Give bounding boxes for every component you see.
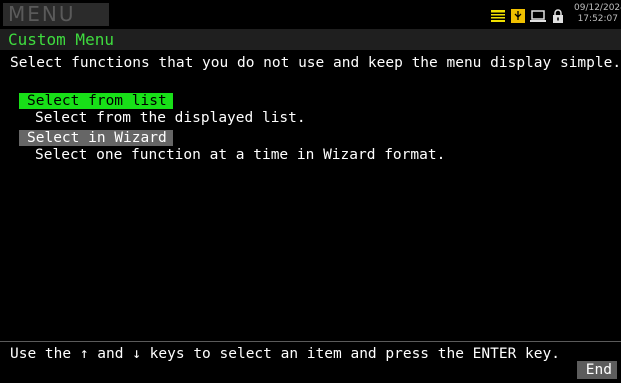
options-list: Select from list Select from the display… [19, 90, 445, 164]
top-bar: MENU 09/12/2024 17:52:07 [0, 0, 621, 29]
footer-hint: Use the ↑ and ↓ keys to select an item a… [10, 346, 560, 362]
option-description: Select one function at a time in Wizard … [35, 147, 446, 163]
option-select-from-list[interactable]: Select from list Select from the display… [19, 90, 445, 127]
usb-icon [510, 8, 526, 23]
monitor-icon [530, 8, 546, 22]
option-label[interactable]: Select from list [19, 93, 173, 109]
end-button[interactable]: End [577, 361, 617, 379]
clock-date: 09/12/2024 [574, 3, 621, 13]
clock-time: 17:52:07 [577, 14, 618, 24]
section-description: Select functions that you do not use and… [10, 55, 621, 71]
section-title: Custom Menu [0, 29, 621, 50]
option-label[interactable]: Select in Wizard [19, 130, 173, 146]
footer-divider [0, 341, 621, 342]
screen: MENU 09/12/2024 17:52:07 Custom Menu Sel… [0, 0, 621, 383]
option-select-in-wizard[interactable]: Select in Wizard Select one function at … [19, 127, 445, 164]
memory-card-icon [490, 8, 506, 22]
option-description: Select from the displayed list. [35, 110, 306, 126]
menu-title[interactable]: MENU [3, 3, 109, 26]
status-icons [490, 7, 566, 23]
clock: 09/12/2024 17:52:07 [574, 3, 621, 25]
lock-icon [550, 8, 566, 23]
